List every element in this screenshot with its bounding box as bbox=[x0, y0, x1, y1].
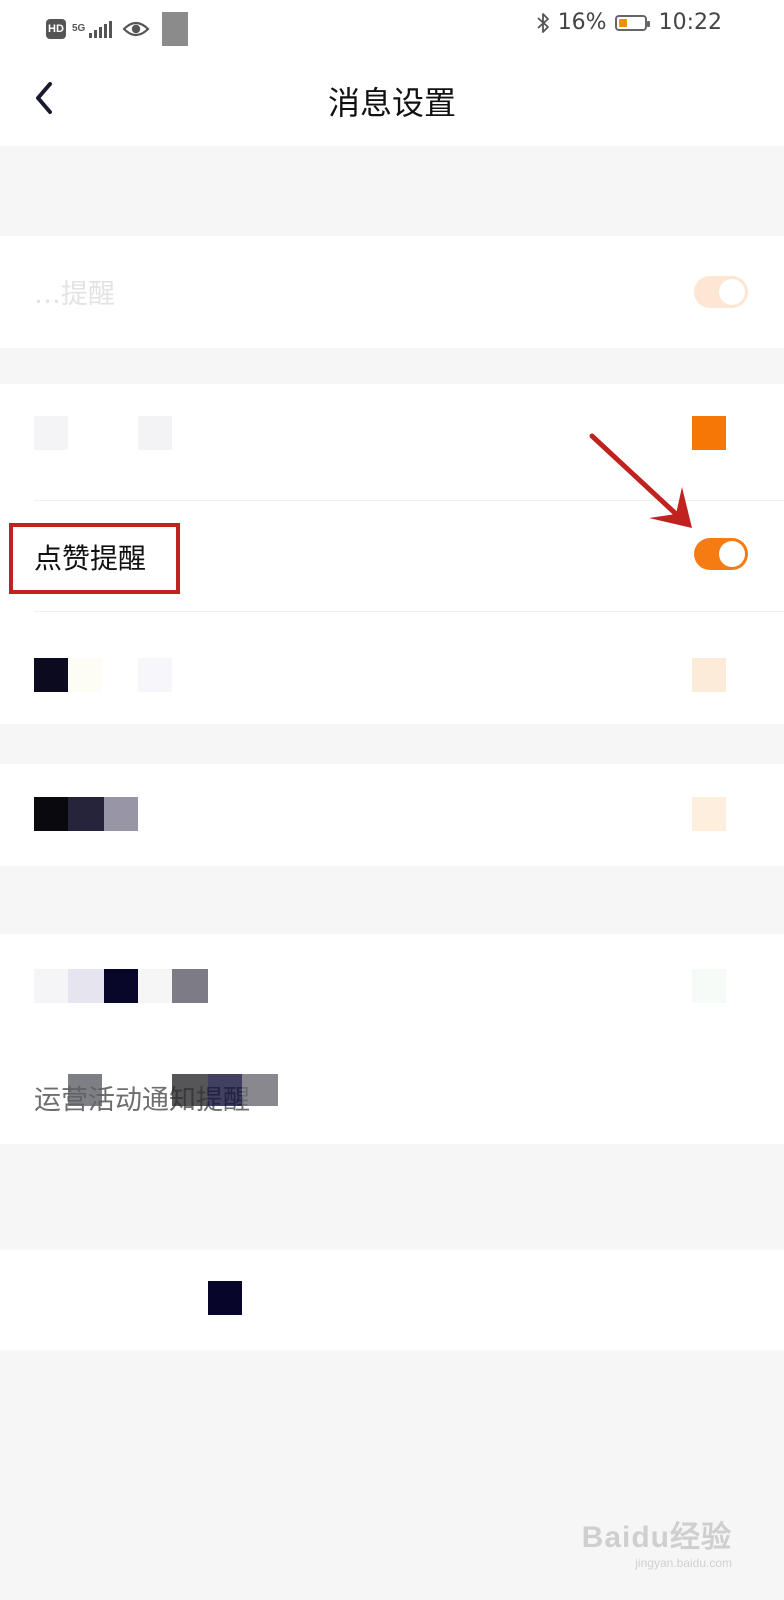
battery-percent: 16% bbox=[557, 10, 607, 35]
pixelated-text bbox=[68, 658, 102, 692]
pixelated-text bbox=[208, 1281, 242, 1315]
settings-row-pixelated-c[interactable] bbox=[0, 764, 784, 866]
pixelated-text bbox=[68, 969, 104, 1003]
pixelated-text bbox=[208, 1074, 242, 1106]
toggle-switch[interactable] bbox=[694, 276, 748, 308]
settings-card-3 bbox=[0, 764, 784, 866]
settings-row-faded-1[interactable]: …提醒 bbox=[0, 236, 784, 348]
toggle-knob bbox=[719, 279, 745, 305]
pixelated-text bbox=[34, 658, 68, 692]
settings-row-label: …提醒 bbox=[34, 279, 115, 310]
bluetooth-icon bbox=[537, 12, 549, 33]
highlight-box bbox=[9, 523, 180, 594]
settings-row-activity-notice[interactable]: 运营活动通知提醒 bbox=[0, 1038, 784, 1144]
network-type: 5G bbox=[72, 23, 86, 34]
pixelated-text bbox=[34, 969, 68, 1003]
pixelated-text bbox=[68, 797, 104, 831]
pixelated-toggle[interactable] bbox=[692, 969, 726, 1003]
toggle-knob bbox=[719, 541, 745, 567]
pixelated-text bbox=[34, 416, 68, 450]
pixelated-text bbox=[172, 1074, 208, 1106]
status-right-group: 16% 10:22 bbox=[536, 10, 722, 35]
settings-row-pixelated-b[interactable] bbox=[0, 612, 784, 724]
pixelated-text bbox=[138, 416, 172, 450]
status-bar: HD 5G 16% 10:22 bbox=[0, 0, 784, 50]
settings-card-4: 运营活动通知提醒 bbox=[0, 934, 784, 1144]
settings-row-pixelated-e[interactable] bbox=[0, 1250, 784, 1350]
pixelated-toggle[interactable] bbox=[692, 416, 726, 450]
battery-icon bbox=[614, 14, 650, 31]
pixelated-toggle[interactable] bbox=[692, 797, 726, 831]
clock: 10:22 bbox=[658, 10, 722, 35]
pixelated-text bbox=[138, 658, 172, 692]
settings-row-pixelated-d[interactable] bbox=[0, 934, 784, 1038]
pixelated-text bbox=[104, 797, 138, 831]
battery-fill bbox=[618, 18, 627, 27]
baidu-watermark: Baidu经验 jingyan.baidu.com bbox=[582, 1512, 732, 1570]
pixelated-text bbox=[68, 1074, 102, 1106]
watermark-main: Baidu经验 bbox=[581, 1521, 732, 1554]
nav-bar: 消息设置 bbox=[0, 50, 784, 146]
eye-icon bbox=[122, 21, 150, 37]
message-settings-screen: HD 5G 16% 10:22 消息设置 …提醒 点赞提醒 运营活动通知提醒 B… bbox=[0, 0, 784, 1600]
hd-badge: HD bbox=[46, 19, 66, 39]
watermark-sub: jingyan.baidu.com bbox=[635, 1556, 732, 1570]
signal-icon bbox=[89, 20, 113, 38]
pixelated-text bbox=[172, 969, 208, 1003]
page-title: 消息设置 bbox=[327, 84, 456, 122]
settings-card-1: …提醒 bbox=[0, 236, 784, 348]
pixelated-text bbox=[242, 1074, 278, 1106]
pixelated-text bbox=[34, 797, 68, 831]
settings-row-pixelated-a[interactable] bbox=[0, 384, 784, 500]
pixelated-text bbox=[138, 969, 172, 1003]
like-reminder-toggle[interactable] bbox=[694, 538, 748, 570]
pixelated-toggle[interactable] bbox=[692, 658, 726, 692]
pixelated-status-icon bbox=[162, 12, 189, 46]
pixelated-text bbox=[104, 969, 138, 1003]
settings-card-5 bbox=[0, 1250, 784, 1350]
status-left-group: HD 5G bbox=[46, 12, 189, 46]
